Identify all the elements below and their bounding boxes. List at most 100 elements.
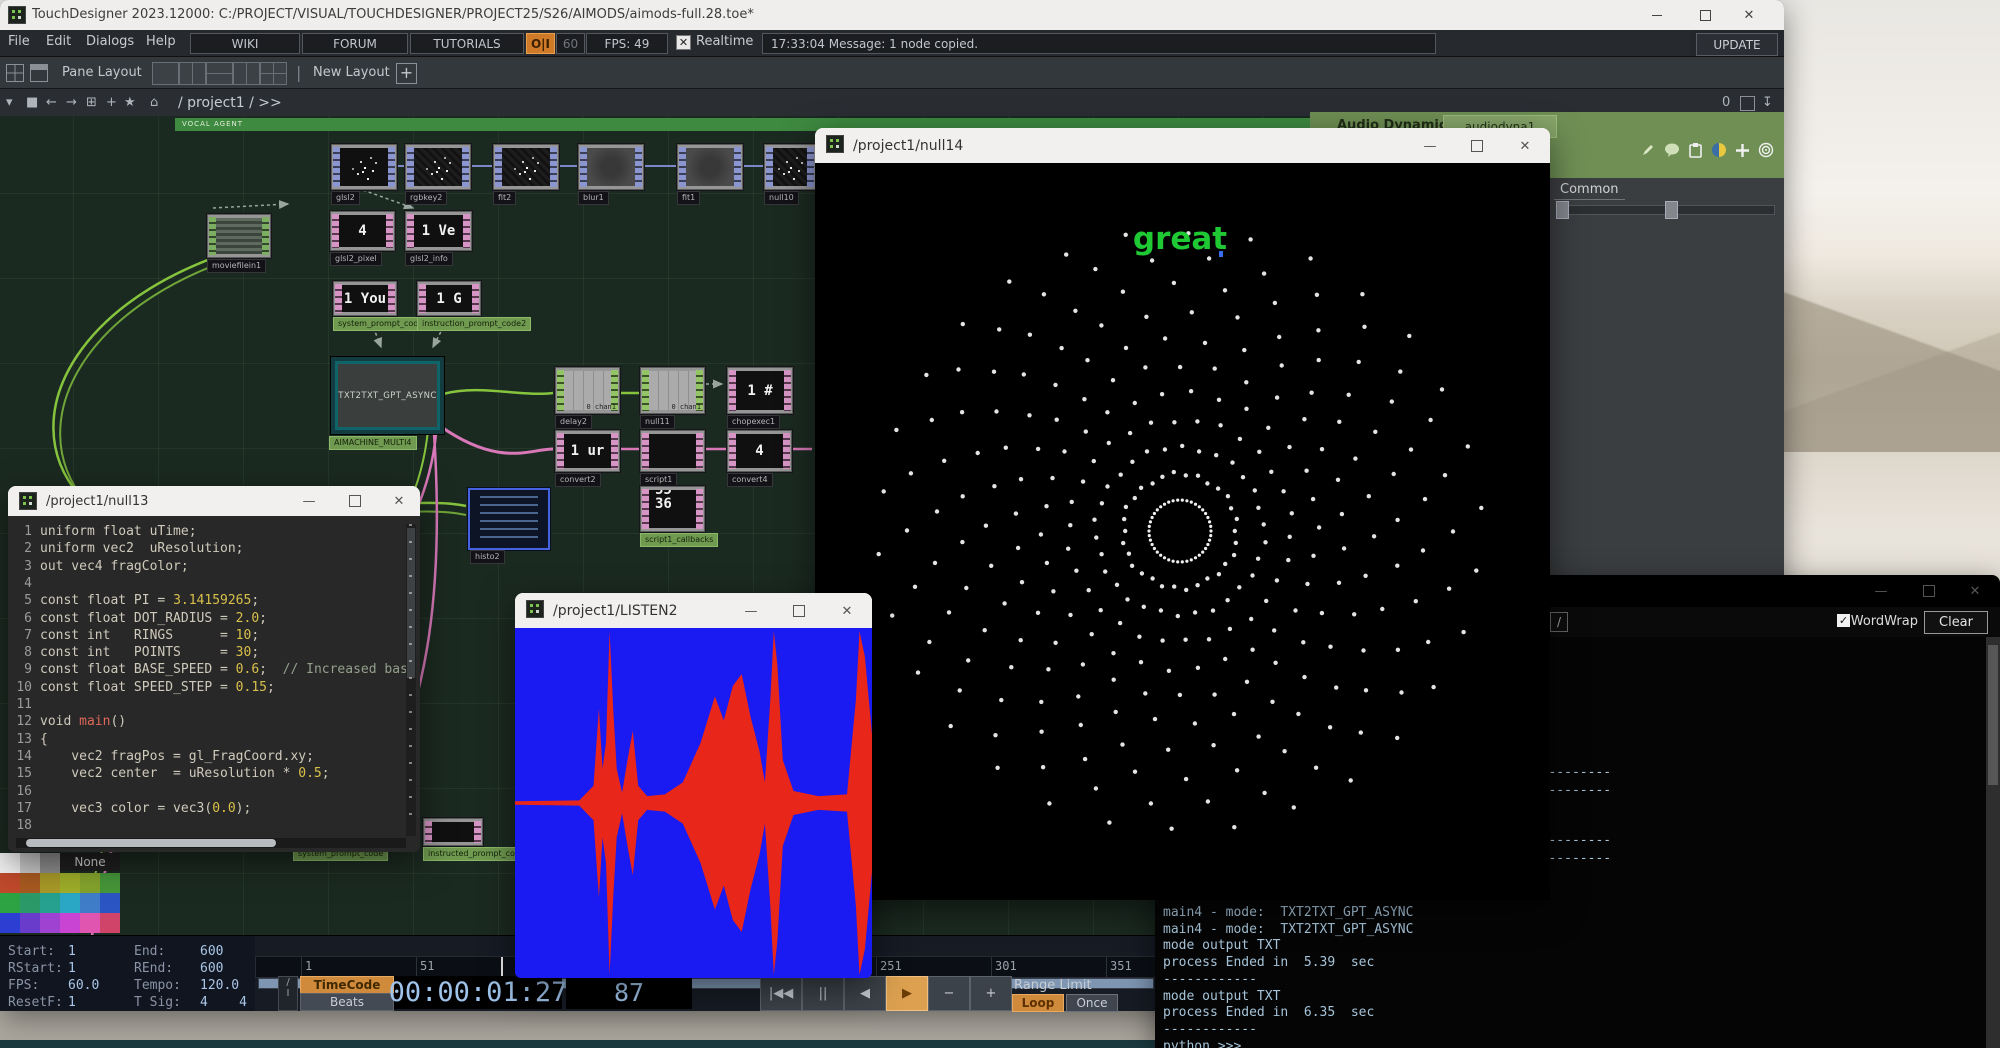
node-name-chip[interactable]: glsl2_pixel (330, 252, 382, 266)
tab-common[interactable]: Common (1554, 180, 1625, 200)
title-bar[interactable]: TouchDesigner 2023.12000: C:/PROJECT/VIS… (0, 0, 1784, 30)
plus-icon[interactable] (1735, 143, 1750, 158)
node-name-chip[interactable]: instruction_prompt_code2 (417, 317, 531, 331)
timeline-setting-value[interactable]: 1 (68, 944, 76, 959)
maximize-button[interactable] (1910, 579, 1948, 603)
network-node-histo2[interactable]: histo2 (468, 488, 550, 550)
clipboard-icon[interactable] (1688, 142, 1703, 158)
waveform-viewport[interactable] (515, 628, 872, 978)
maximize-button[interactable] (780, 599, 818, 623)
layout-lsplit-button[interactable] (233, 62, 260, 85)
home-icon[interactable]: ⌂ (150, 95, 158, 110)
network-node-delay2[interactable]: 0 chan1delay2 (555, 367, 620, 414)
node-name-chip[interactable]: null11 (640, 415, 675, 429)
clear-button[interactable]: Clear (1924, 611, 1988, 634)
grid-icon[interactable]: ⊞ (86, 95, 97, 110)
pin-down-icon[interactable]: ↧ (1762, 95, 1773, 110)
node-name-chip[interactable]: fit1 (677, 191, 700, 205)
menu-file[interactable]: File (8, 34, 30, 49)
forum-button[interactable]: FORUM (302, 33, 408, 54)
palette-swatch[interactable] (40, 893, 60, 913)
maximize-button[interactable] (336, 489, 374, 513)
close-button[interactable]: ✕ (380, 489, 418, 513)
wordwrap-checkbox[interactable]: ✓ (1837, 614, 1850, 627)
minimize-button[interactable]: — (1862, 579, 1900, 603)
bullseye-icon[interactable] (1758, 142, 1774, 158)
network-node-null10[interactable]: null10 (764, 144, 816, 190)
zoom-out-button[interactable]: − (928, 976, 970, 1011)
palette-swatch[interactable] (40, 853, 60, 873)
palette-swatch[interactable] (60, 893, 80, 913)
node-name-chip[interactable]: delay2 (555, 415, 592, 429)
minimize-button[interactable]: — (290, 489, 328, 513)
minimize-button[interactable]: — (732, 599, 770, 623)
node-name-chip[interactable]: moviefilein1 (207, 259, 266, 273)
menu-dialogs[interactable]: Dialogs (86, 34, 134, 49)
palette-swatch[interactable] (100, 873, 120, 893)
menu-help[interactable]: Help (146, 34, 176, 49)
node-name-chip[interactable]: chopexec1 (727, 415, 780, 429)
network-node-blur1[interactable]: blur1 (578, 144, 644, 190)
network-node-script1_callbacks[interactable]: 5536script1_callbacks (640, 486, 705, 532)
node-name-chip[interactable]: glsl2_info (405, 252, 453, 266)
timeline-settings[interactable]: Start:1End:600RStart:1REnd:600FPS:60.0Te… (0, 936, 255, 1011)
palette-none-button[interactable]: None (60, 853, 120, 871)
update-button[interactable]: UPDATE (1696, 33, 1778, 56)
network-node-system_prompt_code1[interactable]: 1 Yousystem_prompt_code1 (333, 281, 397, 316)
breadcrumb[interactable]: / project1 / >> (178, 95, 282, 111)
stop-icon[interactable]: ■ (26, 95, 38, 110)
comment-icon[interactable] (1664, 142, 1680, 158)
add-icon[interactable]: + (106, 95, 117, 110)
pause-button[interactable]: || (802, 976, 844, 1011)
layout-hsplit-button[interactable] (206, 62, 233, 85)
null14-titlebar[interactable]: /project1/null14 — ✕ (815, 128, 1550, 163)
null13-titlebar[interactable]: /project1/null13 — ✕ (8, 486, 420, 516)
palette-swatch[interactable] (20, 913, 40, 933)
palette-swatch[interactable] (40, 913, 60, 933)
network-node-glsl2[interactable]: glsl2 (331, 144, 397, 190)
node-name-chip[interactable]: histo2 (470, 550, 505, 564)
network-node-convert2[interactable]: 1 urconvert2 (555, 430, 620, 472)
maximize-button[interactable] (1688, 3, 1722, 27)
wiki-button[interactable]: WIKI (190, 33, 300, 54)
timeline-setting-value[interactable]: 1 (68, 995, 76, 1010)
network-node-null11[interactable]: 0 chan1null11 (640, 367, 705, 414)
star-icon[interactable]: ★ (124, 95, 136, 110)
close-button[interactable]: ✕ (1732, 3, 1766, 27)
node-name-chip[interactable]: rgbkey2 (405, 191, 447, 205)
network-node-fit1[interactable]: fit1 (677, 144, 743, 190)
palette-swatch[interactable] (60, 873, 80, 893)
palette-swatch[interactable] (0, 913, 20, 933)
node-name-chip[interactable]: script1_callbacks (640, 533, 718, 547)
path-field[interactable]: / (1550, 612, 1568, 632)
network-node-glsl2_pixel[interactable]: 4glsl2_pixel (330, 211, 395, 251)
forward-icon[interactable]: → (66, 95, 77, 110)
node-name-chip[interactable]: AIMACHINE_MULTI4 (329, 436, 417, 450)
palette-swatch[interactable] (80, 893, 100, 913)
realtime-checkbox[interactable]: ✕ (676, 35, 691, 50)
node-name-chip[interactable]: blur1 (578, 191, 609, 205)
palette-swatch[interactable] (20, 893, 40, 913)
network-node-instructed_prompt_code1[interactable]: instructed_prompt_code1 (423, 818, 483, 846)
slider-handle-left[interactable] (1556, 201, 1569, 219)
pane-split-icon[interactable] (30, 64, 48, 82)
layout-quad-button[interactable] (260, 62, 287, 85)
node-name-chip[interactable]: convert2 (555, 473, 601, 487)
network-node-chopexec1[interactable]: 1 #chopexec1 (727, 367, 793, 414)
tutorials-button[interactable]: TUTORIALS (410, 33, 524, 54)
play-button[interactable]: ▶ (886, 976, 928, 1011)
pane-type-dropdown-icon[interactable]: ▾ (6, 95, 13, 110)
timecode-mode-button[interactable]: TimeCode (300, 976, 394, 994)
palette-swatch[interactable] (40, 873, 60, 893)
parameter-slider[interactable] (1558, 205, 1775, 215)
timeline-setting-value[interactable]: 600 (200, 944, 223, 959)
rewind-button[interactable]: |◀◀ (760, 976, 802, 1011)
timeline-setting-value[interactable]: 4 4 (200, 995, 247, 1010)
output-input-toggle[interactable]: O|I (526, 33, 555, 54)
close-button[interactable]: ✕ (1956, 579, 1994, 603)
add-layout-button[interactable]: + (396, 63, 417, 84)
render-viewport[interactable]: great (815, 163, 1550, 900)
pencil-icon[interactable] (1640, 142, 1656, 158)
palette-swatch[interactable] (0, 853, 20, 873)
minimize-button[interactable]: — (1411, 134, 1449, 158)
